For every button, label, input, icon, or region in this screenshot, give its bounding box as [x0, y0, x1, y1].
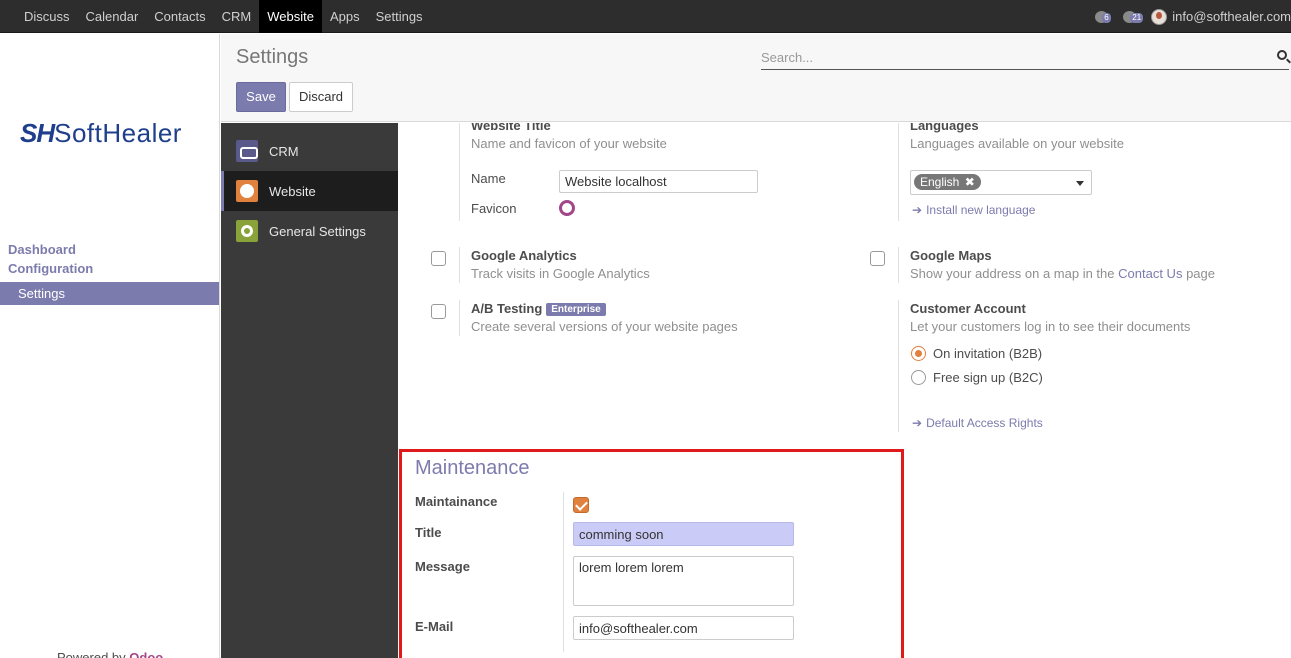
radio-b2b-indicator	[911, 346, 926, 361]
website-title-setting: Website Title Name and favicon of your w…	[471, 123, 667, 151]
install-language-link[interactable]: ➔ Install new language	[912, 203, 1035, 217]
logo-text: SoftHealer	[54, 118, 182, 148]
control-panel: Settings Save Discard	[221, 34, 1291, 122]
menu-discuss[interactable]: Discuss	[16, 0, 78, 33]
maintenance-section: Maintenance Maintainance Title Message l…	[399, 449, 904, 658]
app-sidebar: SH SoftHealer Dashboard Configuration Se…	[0, 34, 220, 658]
user-email: info@softhealer.com	[1172, 9, 1291, 24]
google-maps-checkbox[interactable]	[870, 251, 885, 266]
maintenance-email-input[interactable]	[573, 616, 794, 640]
title-label: Title	[415, 525, 442, 540]
website-name-input[interactable]	[559, 170, 758, 193]
enterprise-badge: Enterprise	[546, 303, 606, 316]
contact-us-link[interactable]: Contact Us	[1118, 266, 1182, 281]
sidebar-item-settings[interactable]: Settings	[0, 282, 219, 305]
save-button[interactable]: Save	[236, 82, 286, 112]
settings-nav: CRM Website General Settings	[221, 123, 398, 658]
favicon-image[interactable]	[559, 200, 575, 216]
languages-heading: Languages	[910, 123, 979, 133]
email-label: E-Mail	[415, 619, 454, 634]
menu-apps[interactable]: Apps	[322, 0, 368, 33]
message-count-badge: 21	[1130, 12, 1144, 23]
settings-content: Website Title Name and favicon of your w…	[398, 123, 1291, 658]
activity-icon[interactable]: 6	[1095, 10, 1113, 24]
chevron-down-icon	[1076, 181, 1084, 186]
google-maps-heading: Google Maps	[910, 248, 992, 263]
languages-select[interactable]: English ✖	[910, 170, 1092, 195]
ab-testing-description: Create several versions of your website …	[471, 319, 738, 334]
powered-by: Powered by Odoo	[57, 650, 163, 658]
menu-calendar[interactable]: Calendar	[78, 0, 147, 33]
page-title: Settings	[236, 46, 309, 68]
menu-contacts[interactable]: Contacts	[146, 0, 213, 33]
menu-website[interactable]: Website	[259, 0, 322, 33]
activity-count-badge: 6	[1102, 12, 1111, 23]
messages-icon[interactable]: 21	[1123, 10, 1144, 24]
app-menu: Discuss Calendar Contacts CRM Website Ap…	[16, 0, 431, 33]
top-navbar: Discuss Calendar Contacts CRM Website Ap…	[0, 0, 1291, 33]
message-label: Message	[415, 559, 470, 574]
languages-setting: Languages Languages available on your we…	[910, 123, 1124, 151]
radio-b2c-indicator	[911, 370, 926, 385]
sidebar-item-dashboard[interactable]: Dashboard	[0, 240, 219, 259]
ab-testing-setting: A/B Testing Enterprise Create several ver…	[471, 301, 738, 334]
gear-icon	[236, 220, 258, 242]
language-tag: English ✖	[914, 174, 981, 190]
radio-b2c[interactable]: Free sign up (B2C)	[911, 370, 1043, 385]
favicon-label: Favicon	[471, 201, 517, 216]
search-input[interactable]	[761, 46, 1261, 68]
company-logo: SH SoftHealer	[20, 118, 182, 149]
user-menu[interactable]: info@softhealer.com	[1151, 8, 1291, 25]
maintenance-title: Maintenance	[415, 457, 530, 479]
search-icon[interactable]	[1277, 50, 1287, 60]
logo-mark: SH	[20, 118, 55, 148]
discard-button[interactable]: Discard	[289, 82, 353, 112]
search-bar	[761, 46, 1289, 70]
settings-tab-general-settings[interactable]: General Settings	[221, 211, 398, 251]
sidebar-menu: Dashboard Configuration Settings	[0, 240, 219, 305]
google-analytics-checkbox[interactable]	[431, 251, 446, 266]
odoo-link[interactable]: Odoo	[129, 650, 163, 658]
customer-account-setting: Customer Account Let your customers log …	[910, 301, 1190, 334]
languages-description: Languages available on your website	[910, 136, 1124, 151]
maintenance-message-textarea[interactable]: lorem lorem lorem	[573, 556, 794, 606]
website-title-heading: Website Title	[471, 123, 551, 133]
ab-testing-heading: A/B Testing Enterprise	[471, 301, 738, 316]
settings-tab-website[interactable]: Website	[221, 171, 398, 211]
globe-icon	[236, 180, 258, 202]
ab-testing-checkbox[interactable]	[431, 304, 446, 319]
maintenance-title-input[interactable]	[573, 522, 794, 546]
sidebar-item-configuration[interactable]: Configuration	[0, 259, 219, 278]
handshake-icon	[236, 140, 258, 162]
name-label: Name	[471, 171, 506, 186]
google-maps-setting: Google Maps Show your address on a map i…	[910, 248, 1215, 281]
settings-tab-crm[interactable]: CRM	[221, 131, 398, 171]
default-access-rights-link[interactable]: ➔ Default Access Rights	[912, 416, 1043, 430]
menu-settings[interactable]: Settings	[368, 0, 431, 33]
maintainance-checkbox[interactable]	[573, 497, 589, 513]
menu-crm[interactable]: CRM	[214, 0, 260, 33]
maintainance-label: Maintainance	[415, 494, 498, 509]
customer-account-heading: Customer Account	[910, 301, 1026, 316]
customer-account-description: Let your customers log in to see their d…	[910, 319, 1191, 334]
website-title-description: Name and favicon of your website	[471, 136, 667, 151]
google-analytics-description: Track visits in Google Analytics	[471, 266, 650, 281]
radio-b2b[interactable]: On invitation (B2B)	[911, 346, 1042, 361]
arrow-right-icon: ➔	[912, 416, 923, 430]
google-maps-description: Show your address on a map in the Contac…	[910, 266, 1215, 281]
avatar	[1151, 8, 1168, 25]
arrow-right-icon: ➔	[912, 203, 923, 217]
remove-tag-icon[interactable]: ✖	[965, 175, 975, 189]
google-analytics-heading: Google Analytics	[471, 248, 577, 263]
systray: 6 21 info@softhealer.com	[1095, 0, 1291, 33]
google-analytics-setting: Google Analytics Track visits in Google …	[471, 248, 650, 281]
